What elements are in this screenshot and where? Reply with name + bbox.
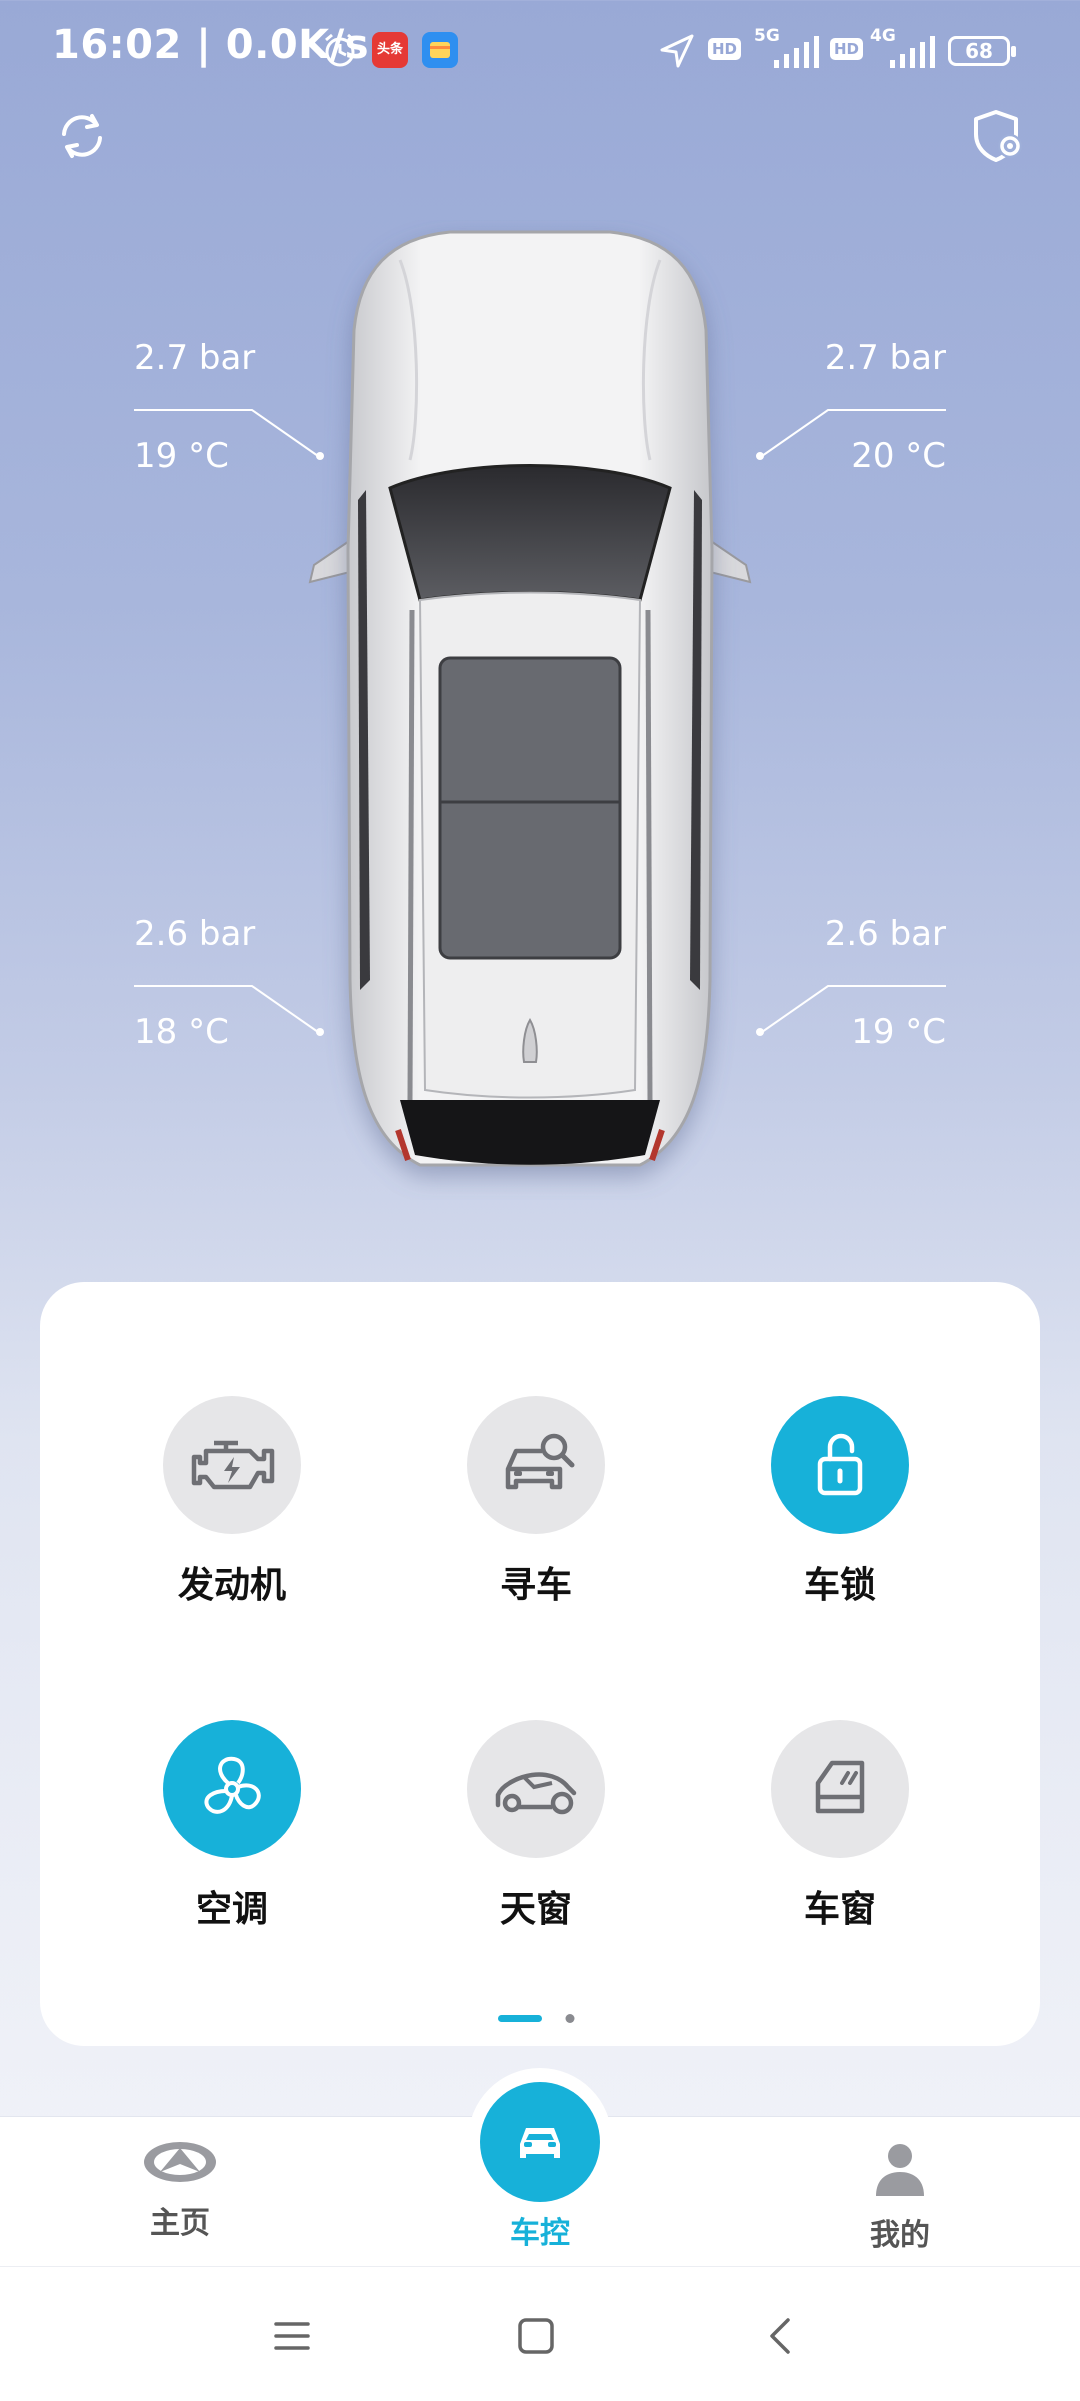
brand-logo-icon [144,2142,216,2182]
control-engine[interactable]: 发动机 [122,1396,342,1608]
nav-home-label: 主页 [150,2206,210,2241]
tire-front-left-temp: 19 °C [134,436,229,476]
tire-front-right-pressure: 2.7 bar [824,338,946,378]
fan-icon [204,1756,261,1814]
nav-car-control-button[interactable] [480,2082,600,2202]
tire-rear-left-pressure: 2.6 bar [134,914,256,954]
control-label: 发动机 [177,1565,286,1606]
engine-icon [191,1440,275,1490]
tire-front-right-temp: 20 °C [851,436,946,476]
control-find-car[interactable]: 寻车 [426,1396,646,1608]
nav-car-control[interactable]: 车控 [440,2208,640,2252]
tire-rear-right-pressure: 2.6 bar [824,914,946,954]
back-chevron-icon [770,2318,790,2354]
nav-mine[interactable]: 我的 [800,2136,1000,2254]
control-window[interactable]: 车窗 [730,1720,950,1932]
page-dot [565,2014,575,2023]
control-label: 天窗 [499,1889,572,1930]
control-ac[interactable]: 空调 [122,1720,342,1932]
user-icon [876,2144,924,2196]
tire-rear-right-temp: 19 °C [851,1012,946,1052]
car-front-icon [520,2128,560,2158]
home-button[interactable] [506,2306,566,2366]
control-label: 空调 [195,1889,268,1930]
find-car-icon [505,1433,575,1490]
control-sunroof[interactable]: 天窗 [426,1720,646,1932]
tire-rear-left-temp: 18 °C [134,1012,229,1052]
back-button[interactable] [750,2306,810,2366]
page-dot-active [498,2015,542,2022]
tire-front-left-pressure: 2.7 bar [134,338,256,378]
control-label: 车锁 [803,1565,876,1606]
home-square-icon [518,2318,554,2354]
menu-icon [274,2322,310,2350]
control-panel: 发动机 寻车 车锁 空调 天窗 车窗 [40,1282,1040,2046]
sunroof-icon [495,1772,577,1815]
control-label: 寻车 [499,1565,572,1606]
nav-mine-label: 我的 [870,2218,930,2253]
unlock-icon [817,1433,863,1496]
menu-button[interactable] [262,2306,322,2366]
window-icon [815,1760,865,1814]
control-label: 车窗 [803,1889,876,1930]
page-indicator[interactable] [498,2010,578,2030]
control-lock[interactable]: 车锁 [730,1396,950,1608]
nav-home[interactable]: 主页 [80,2136,280,2242]
nav-car-control-label: 车控 [510,2216,570,2251]
